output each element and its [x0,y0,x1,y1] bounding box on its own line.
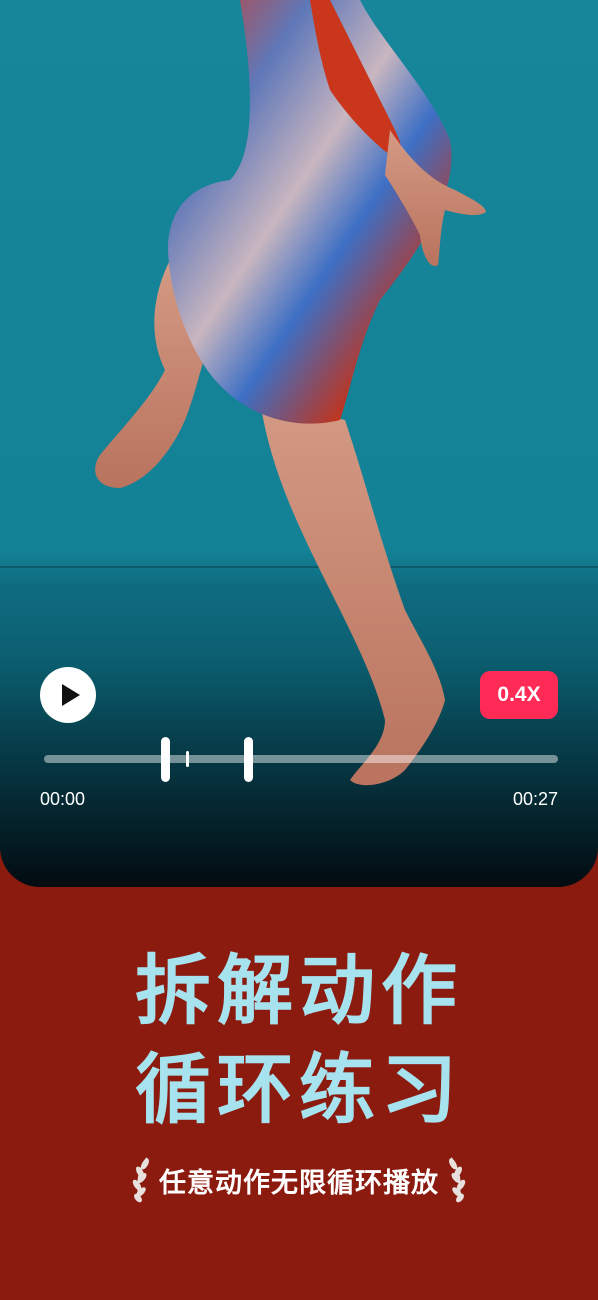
video-player[interactable]: 0.4X 00:00 00:27 [0,0,598,887]
dancer-video-frame [95,0,486,786]
current-time: 00:00 [40,789,86,809]
loop-start-handle[interactable] [161,737,170,782]
subtitle-row: 任意动作无限循环播放 [0,1152,598,1208]
play-button[interactable] [40,667,96,723]
laurel-left-icon [132,1157,149,1203]
headline-line-2: 循环练习 [135,1045,463,1134]
loop-range-track[interactable] [44,755,558,763]
total-time: 00:27 [512,789,558,809]
playback-speed-button[interactable]: 0.4X [480,671,558,719]
subtitle: 任意动作无限循环播放 [159,1167,439,1199]
laurel-right-icon [449,1157,466,1203]
play-icon [61,684,80,706]
playhead[interactable] [186,751,189,767]
headline-line-1: 拆解动作 [135,946,463,1035]
loop-end-handle[interactable] [244,737,253,782]
